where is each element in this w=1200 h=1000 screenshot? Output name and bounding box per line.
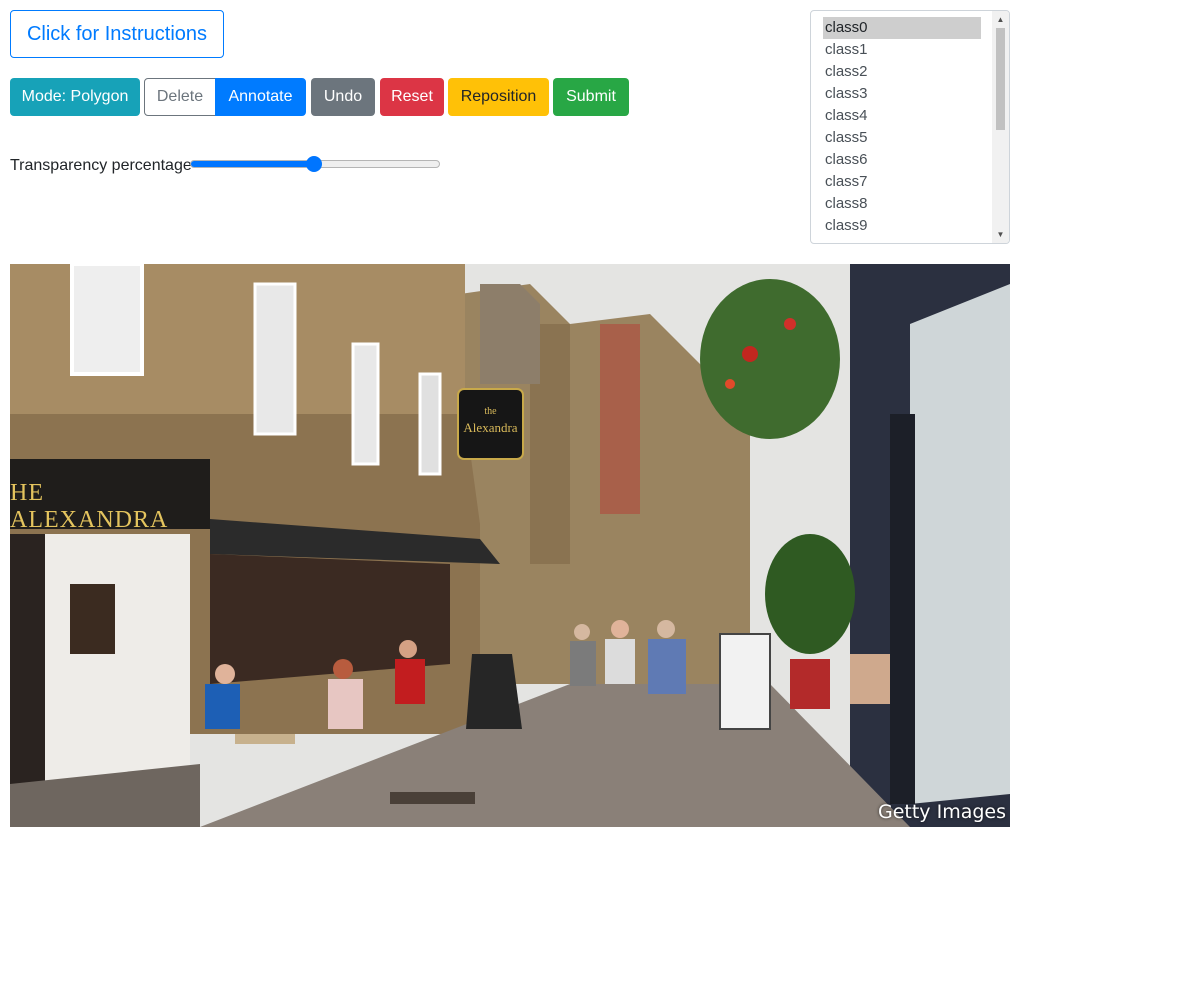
transparency-label: Transparency percentage [10, 157, 192, 174]
class-items: class0 class1 class2 class3 class4 class5 clas… [823, 17, 981, 237]
class-option[interactable]: class2 [823, 61, 981, 83]
instructions-button[interactable]: Click for Instructions [10, 10, 224, 58]
transparency-slider[interactable] [190, 156, 440, 172]
class-option[interactable]: class8 [823, 193, 981, 215]
slider-thumb[interactable] [306, 156, 322, 172]
class-option[interactable]: class9 [823, 215, 981, 237]
annotate-toggle-button[interactable]: Annotate [215, 78, 306, 116]
submit-button[interactable]: Submit [553, 78, 629, 116]
reposition-button[interactable]: Reposition [448, 78, 549, 116]
scroll-up-arrow-icon[interactable]: ▲ [992, 11, 1009, 28]
reset-button[interactable]: Reset [380, 78, 444, 116]
hanging-sign-line1: the [484, 406, 497, 417]
class-option[interactable]: class3 [823, 83, 981, 105]
class-option[interactable]: class7 [823, 171, 981, 193]
scrollbar-thumb[interactable] [996, 28, 1005, 130]
class-option[interactable]: class5 [823, 127, 981, 149]
delete-toggle-button[interactable]: Delete [144, 78, 216, 116]
shop-sign-text: HE ALEXANDRA [10, 480, 169, 533]
listbox-scrollbar[interactable]: ▲ ▼ [992, 11, 1009, 243]
mode-polygon-button[interactable]: Mode: Polygon [10, 78, 140, 116]
class-option[interactable]: class1 [823, 39, 981, 61]
hanging-sign-line2: Alexandra [463, 420, 518, 435]
undo-button[interactable]: Undo [311, 78, 375, 116]
class-option[interactable]: class4 [823, 105, 981, 127]
getty-watermark: Getty Images [878, 801, 1006, 823]
class-listbox[interactable]: class0 class1 class2 class3 class4 class5 clas… [810, 10, 1010, 244]
scroll-down-arrow-icon[interactable]: ▼ [992, 226, 1009, 243]
class-option[interactable]: class0 [823, 17, 981, 39]
slider-fill [191, 161, 315, 167]
annotation-image[interactable]: HE ALEXANDRA the Alexandra Getty Images [10, 264, 1010, 827]
class-option[interactable]: class6 [823, 149, 981, 171]
street-photo [10, 264, 1010, 827]
